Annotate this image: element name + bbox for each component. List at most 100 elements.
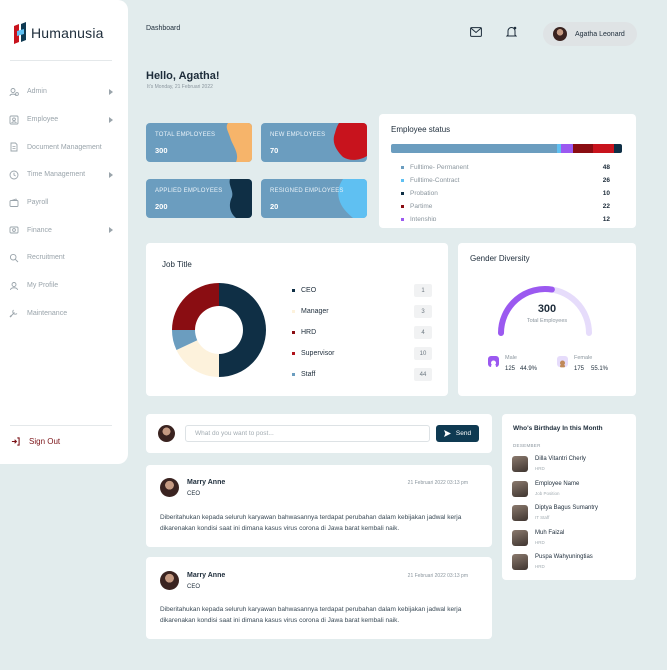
send-button[interactable]: Send bbox=[436, 425, 479, 442]
mail-icon[interactable] bbox=[470, 27, 482, 37]
legend-value: 10 bbox=[414, 347, 432, 360]
legend-value: 44 bbox=[414, 368, 432, 381]
sidebar-item-time-management[interactable]: Time Management bbox=[0, 161, 128, 189]
status-dot bbox=[401, 179, 404, 182]
birthday-name: Puspa Wahyuningtias bbox=[535, 554, 593, 560]
wallet-icon bbox=[9, 198, 19, 207]
status-bar-segment bbox=[613, 144, 622, 153]
status-row: Fulltime- Permanent 48 bbox=[401, 161, 610, 174]
sidebar-item-label: Employee bbox=[27, 116, 59, 124]
sidebar-item-recruitment[interactable]: Recruitment bbox=[0, 244, 128, 272]
stat-card-applied-employees[interactable]: APPLIED EMPLOYEES 200 bbox=[146, 179, 252, 218]
job-title-legend: CEO 1 Manager 3 HRD 4 Supervisor 10 Staff 44 bbox=[292, 280, 432, 385]
legend-label: Staff bbox=[301, 371, 316, 378]
sign-out-button[interactable]: Sign Out bbox=[11, 437, 60, 446]
stat-value: 200 bbox=[155, 202, 168, 211]
panel-title: Gender Diversity bbox=[470, 254, 530, 263]
greeting-title: Hello, Agatha! bbox=[146, 70, 220, 82]
stat-label: TOTAL EMPLOYEES bbox=[155, 132, 216, 138]
stat-label: RESIGNED EMPLOYEES bbox=[270, 188, 344, 194]
gender-total: 300 bbox=[537, 303, 557, 315]
status-name: Probation bbox=[410, 190, 438, 197]
male-label: Male bbox=[505, 355, 517, 361]
status-dot bbox=[401, 218, 404, 221]
legend-value: 3 bbox=[414, 305, 432, 318]
stat-card-total-employees[interactable]: TOTAL EMPLOYEES 300 bbox=[146, 123, 252, 162]
post-input[interactable]: What do you want to post... bbox=[185, 425, 430, 442]
employee-status-panel: Employee status Fulltime- Permanent 48 Ful… bbox=[379, 114, 636, 228]
gender-total-label: Total Employees bbox=[526, 318, 568, 324]
stat-value: 70 bbox=[270, 146, 279, 155]
job-title-panel: Job Title CEO 1 Manager 3 HRD 4 Supervisor 10 St… bbox=[146, 243, 448, 396]
status-row: Partime 22 bbox=[401, 200, 610, 213]
status-count: 48 bbox=[602, 164, 610, 171]
chevron-right-icon bbox=[109, 88, 113, 95]
sidebar-item-label: Payroll bbox=[27, 199, 49, 207]
card-decoration bbox=[338, 179, 367, 218]
donut-slice[interactable] bbox=[219, 283, 266, 377]
sidebar-item-my-profile[interactable]: My Profile bbox=[0, 272, 128, 300]
birthday-item[interactable]: Employee Name Job Position bbox=[512, 480, 632, 500]
composer-avatar bbox=[158, 425, 175, 442]
sidebar-item-employee[interactable]: Employee bbox=[0, 106, 128, 134]
female-icon bbox=[557, 356, 568, 368]
legend-swatch bbox=[292, 373, 295, 376]
sidebar-item-label: Maintenance bbox=[27, 309, 68, 317]
status-bar-segment bbox=[593, 144, 614, 153]
legend-swatch bbox=[292, 352, 295, 355]
sidebar-item-maintenance[interactable]: Maintenance bbox=[0, 300, 128, 328]
legend-value: 4 bbox=[414, 326, 432, 339]
sidebar-item-label: Finance bbox=[27, 226, 52, 234]
birthday-role: HRD bbox=[535, 466, 545, 471]
birthday-role: IT Staff bbox=[535, 515, 550, 520]
donut-slice[interactable] bbox=[172, 283, 219, 330]
post-card: Marry Anne CEO 21 Februari 2022 03:13 pm… bbox=[146, 465, 492, 547]
sidebar-item-document-management[interactable]: Document Management bbox=[0, 133, 128, 161]
send-label: Send bbox=[455, 430, 472, 437]
legend-item: Manager 3 bbox=[292, 301, 432, 322]
birthday-avatar bbox=[512, 529, 528, 546]
birthday-item[interactable]: Muh Faizal HRD bbox=[512, 529, 632, 549]
legend-value: 1 bbox=[414, 284, 432, 297]
user-menu[interactable]: Agatha Leonard bbox=[543, 22, 637, 46]
legend-swatch bbox=[292, 310, 295, 313]
sidebar-nav: Admin Employee Document Management Time Man… bbox=[0, 78, 128, 327]
status-name: Fulltime- Permanent bbox=[410, 164, 469, 171]
sidebar-item-admin[interactable]: Admin bbox=[0, 78, 128, 106]
sidebar-item-finance[interactable]: Finance bbox=[0, 216, 128, 244]
brand-logo[interactable]: Humanusia bbox=[12, 22, 104, 44]
sidebar-item-payroll[interactable]: Payroll bbox=[0, 189, 128, 217]
card-decoration bbox=[333, 123, 367, 160]
sidebar-item-label: Document Management bbox=[27, 143, 102, 151]
brand-name: Humanusia bbox=[31, 25, 104, 41]
post-role: CEO bbox=[187, 491, 201, 497]
stat-value: 20 bbox=[270, 202, 279, 211]
post-author[interactable]: Marry Anne bbox=[187, 572, 225, 579]
card-decoration bbox=[229, 179, 252, 218]
birthday-month: DESEMBER bbox=[513, 443, 541, 448]
female-count: 175 bbox=[574, 366, 585, 372]
legend-item: Supervisor 10 bbox=[292, 343, 432, 364]
birthday-name: Diptya Bagus Sumantry bbox=[535, 505, 599, 511]
breadcrumb[interactable]: Dashboard bbox=[146, 25, 180, 32]
birthday-name: Muh Faizal bbox=[535, 529, 565, 536]
clock-icon bbox=[9, 170, 19, 180]
birthday-avatar bbox=[512, 505, 528, 521]
sidebar-divider bbox=[10, 425, 112, 426]
post-author[interactable]: Marry Anne bbox=[187, 479, 225, 486]
stat-card-new-employees[interactable]: NEW EMPLOYEES 70 bbox=[261, 123, 367, 162]
chevron-right-icon bbox=[109, 171, 113, 178]
sign-out-icon bbox=[11, 437, 20, 446]
birthday-item[interactable]: Puspa Wahyuningtias HRD bbox=[512, 553, 632, 573]
bell-icon[interactable] bbox=[506, 26, 517, 38]
legend-label: HRD bbox=[301, 329, 317, 336]
sidebar: Humanusia Admin Employee Document Manageme… bbox=[0, 0, 128, 464]
panel-title: Job Title bbox=[162, 260, 192, 269]
job-title-donut-chart bbox=[172, 283, 266, 377]
birthday-item[interactable]: Diptya Bagus Sumantry IT Staff bbox=[512, 504, 632, 524]
legend-item: Staff 44 bbox=[292, 364, 432, 385]
greeting-date: It's Monday, 21 Februari 2022 bbox=[147, 84, 213, 90]
stat-card-resigned-employees[interactable]: RESIGNED EMPLOYEES 20 bbox=[261, 179, 367, 218]
post-avatar bbox=[160, 571, 179, 590]
birthday-item[interactable]: Dilla Vitantri Cherly HRD bbox=[512, 455, 632, 475]
